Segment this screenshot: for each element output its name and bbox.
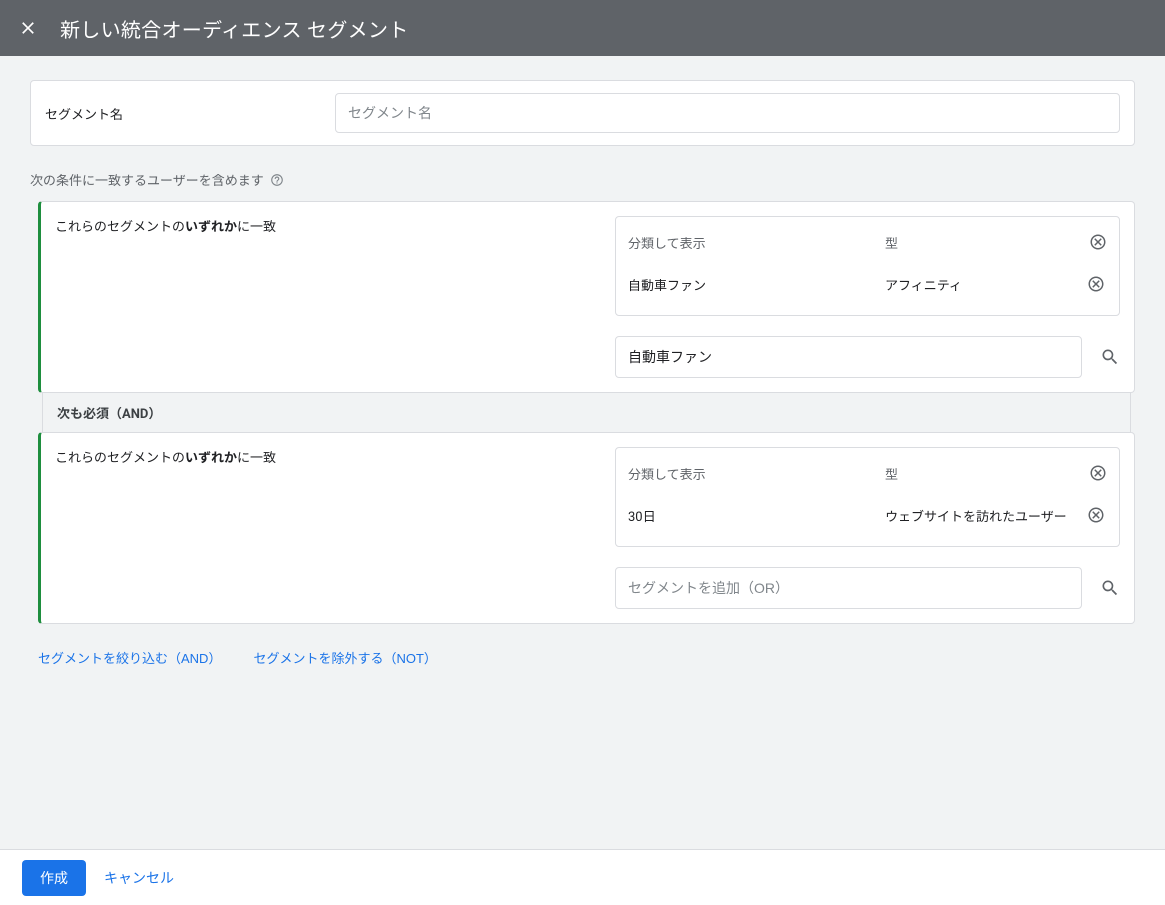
match-group: これらのセグメントのいずれかに一致 分類して表示 型 30日 ウェブサイトを訪れ…: [38, 432, 1135, 624]
segment-row: 自動車ファン アフィニティ: [628, 263, 1107, 305]
dialog-title: 新しい統合オーディエンス セグメント: [60, 14, 409, 43]
remove-row-icon[interactable]: [1085, 506, 1107, 524]
remove-row-icon[interactable]: [1085, 275, 1107, 293]
dialog-footer: 作成 キャンセル: [0, 849, 1165, 905]
segment-header-type: 型: [885, 464, 1075, 483]
cancel-button[interactable]: キャンセル: [104, 868, 174, 888]
remove-header-icon[interactable]: [1085, 464, 1107, 482]
search-icon[interactable]: [1100, 578, 1120, 598]
segment-search-row: [615, 567, 1120, 609]
match-condition-label: これらのセグメントのいずれかに一致: [55, 447, 595, 609]
segment-row: 30日 ウェブサイトを訪れたユーザー: [628, 494, 1107, 536]
include-section-title: 次の条件に一致するユーザーを含めます: [30, 170, 264, 189]
search-icon[interactable]: [1100, 347, 1120, 367]
segment-search-input[interactable]: [615, 567, 1082, 609]
segment-row-name: 30日: [628, 506, 875, 525]
include-section-header: 次の条件に一致するユーザーを含めます: [30, 170, 1135, 189]
segment-search-input[interactable]: [615, 336, 1082, 378]
help-icon[interactable]: [270, 173, 284, 187]
segment-row-type: ウェブサイトを訪れたユーザー: [885, 506, 1075, 525]
segment-header-name: 分類して表示: [628, 233, 875, 252]
segment-header-type: 型: [885, 233, 1075, 252]
match-condition-label: これらのセグメントのいずれかに一致: [55, 216, 595, 378]
and-connector-label: 次も必須（AND）: [42, 393, 1131, 432]
segment-header-name: 分類して表示: [628, 464, 875, 483]
remove-header-icon[interactable]: [1085, 233, 1107, 251]
segment-name-input[interactable]: [335, 93, 1120, 133]
segment-table: 分類して表示 型 30日 ウェブサイトを訪れたユーザー: [615, 447, 1120, 547]
exclude-not-button[interactable]: セグメントを除外する（NOT）: [253, 642, 436, 673]
segment-row-type: アフィニティ: [885, 275, 1075, 294]
dialog-content: セグメント名 次の条件に一致するユーザーを含めます これらのセグメントのいずれか…: [0, 56, 1165, 849]
narrow-and-button[interactable]: セグメントを絞り込む（AND）: [38, 642, 221, 673]
dialog-header: 新しい統合オーディエンス セグメント: [0, 0, 1165, 56]
segment-name-card: セグメント名: [30, 80, 1135, 146]
segment-row-name: 自動車ファン: [628, 275, 875, 294]
create-button[interactable]: 作成: [22, 860, 86, 896]
include-groups: これらのセグメントのいずれかに一致 分類して表示 型 自動車ファン アフィニティ: [30, 201, 1135, 624]
segment-table: 分類して表示 型 自動車ファン アフィニティ: [615, 216, 1120, 316]
group-actions-row: セグメントを絞り込む（AND） セグメントを除外する（NOT）: [30, 642, 1135, 673]
segment-table-header: 分類して表示 型: [628, 221, 1107, 263]
close-icon[interactable]: [18, 18, 38, 38]
segment-table-header: 分類して表示 型: [628, 452, 1107, 494]
segment-name-label: セグメント名: [45, 104, 295, 123]
match-group: これらのセグメントのいずれかに一致 分類して表示 型 自動車ファン アフィニティ: [38, 201, 1135, 393]
segment-search-row: [615, 336, 1120, 378]
